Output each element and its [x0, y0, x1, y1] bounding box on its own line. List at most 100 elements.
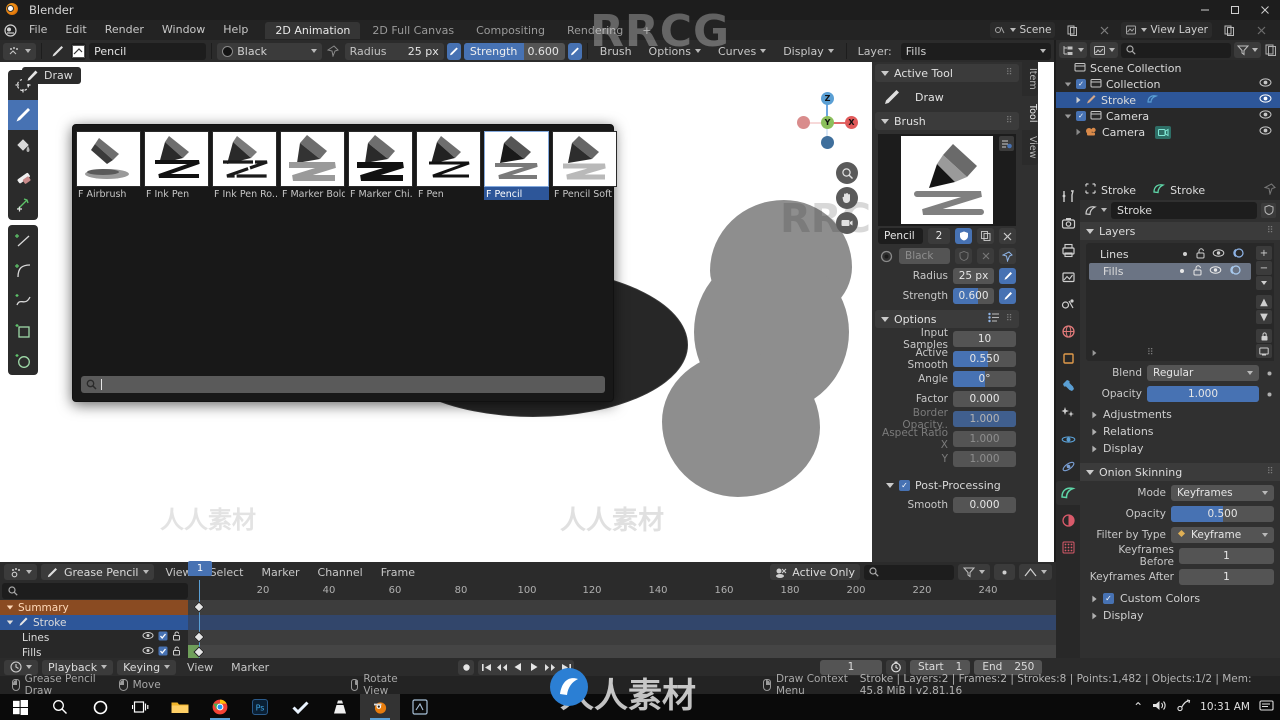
menu-curves[interactable]: Curves [711, 45, 773, 58]
dope-menu-marker[interactable]: Marker [255, 566, 307, 579]
close-button[interactable] [1250, 0, 1280, 20]
layer-specials-menu[interactable] [1256, 276, 1272, 290]
record-button[interactable] [458, 660, 474, 675]
channel-unlock-icon[interactable] [172, 631, 182, 644]
layer-mask-dot-icon[interactable] [1178, 265, 1186, 278]
render-tab[interactable] [1056, 211, 1080, 235]
dope-sheet-mode-selector[interactable]: Grease Pencil [41, 564, 155, 580]
n-tab-item[interactable]: Item [1022, 62, 1038, 96]
grease-pencil-data-selector[interactable] [1084, 204, 1107, 217]
menu-window[interactable]: Window [153, 20, 214, 40]
n-tab-view[interactable]: View [1022, 130, 1038, 165]
volume-icon[interactable] [1152, 699, 1167, 715]
radius-pressure-toggle[interactable] [999, 268, 1016, 284]
chevron-right-icon[interactable] [1076, 128, 1081, 136]
chevron-down-icon[interactable] [1064, 114, 1072, 118]
fill-tool[interactable] [8, 130, 38, 160]
brush-radius-field[interactable]: 25 px [953, 268, 994, 284]
menu-options[interactable]: Options [642, 45, 708, 58]
brush-presets-button[interactable] [999, 136, 1014, 151]
outliner-filter-button[interactable] [1234, 42, 1261, 58]
subpanel-display[interactable]: Display [1080, 440, 1280, 457]
layer-onion-skin-icon[interactable] [1231, 247, 1244, 262]
menu-brush[interactable]: Brush [593, 45, 639, 58]
network-icon[interactable] [1176, 699, 1191, 715]
notes-icon[interactable] [400, 694, 440, 720]
layers-grip-icon[interactable]: ⠿ [1147, 348, 1154, 358]
box-tool[interactable] [8, 315, 38, 345]
brush-unlink-button[interactable] [999, 228, 1016, 244]
isolate-layer-button[interactable] [1256, 344, 1272, 358]
strength-slider[interactable]: Strength 0.600 [463, 42, 565, 60]
chevron-down-icon[interactable] [6, 620, 14, 625]
onion-skinning-panel-header[interactable]: Onion Skinning ⠿ [1080, 463, 1280, 481]
channel-search-input[interactable] [2, 583, 188, 599]
workspace-tab-compositing[interactable]: Compositing [466, 22, 555, 39]
brush-item-f-marker-bold[interactable]: F Marker Bold [280, 131, 345, 200]
play-reverse-button[interactable] [510, 660, 526, 675]
notification-icon[interactable] [1259, 699, 1274, 715]
cutter-tool[interactable] [8, 190, 38, 220]
timeline-menu-view[interactable]: View [180, 661, 220, 674]
arc-tool[interactable] [8, 255, 38, 285]
curve-tool[interactable] [8, 285, 38, 315]
outliner-search-input[interactable] [1121, 42, 1231, 58]
gizmo-axis-z-neg[interactable] [821, 136, 834, 149]
pin-icon[interactable] [1263, 182, 1276, 198]
visibility-eye-icon[interactable] [1259, 125, 1272, 139]
radius-pressure-toggle[interactable] [446, 42, 461, 60]
dope-filter-button[interactable] [958, 564, 990, 580]
erase-tool[interactable] [8, 160, 38, 190]
brush-item-f-pencil-soft[interactable]: F Pencil Soft [552, 131, 617, 200]
photoshop-icon[interactable]: Ps [240, 694, 280, 720]
collection-checkbox[interactable]: ✓ [1076, 79, 1086, 89]
subpanel-adjustments[interactable]: Adjustments [1080, 406, 1280, 423]
brush-datablock-name[interactable]: Pencil [878, 228, 923, 244]
jump-to-end-button[interactable] [558, 660, 574, 675]
object-data-tab[interactable] [1056, 481, 1080, 505]
menu-file[interactable]: File [20, 20, 56, 40]
draw-tool[interactable] [8, 100, 38, 130]
onion-opacity-slider[interactable]: 0.500 [1171, 506, 1274, 522]
workspace-tab-2d-full-canvas[interactable]: 2D Full Canvas [362, 22, 464, 39]
delete-scene-button[interactable] [1089, 20, 1119, 40]
proportional-edit-toggle[interactable] [994, 564, 1015, 580]
brush-name-field[interactable]: Pencil [89, 42, 207, 60]
gizmo-axis-y[interactable]: Y [821, 116, 834, 129]
chrome-icon[interactable] [200, 694, 240, 720]
add-workspace-button[interactable]: + [635, 24, 658, 37]
lock-layer-button[interactable] [1256, 329, 1272, 343]
pan-view-icon[interactable] [836, 187, 858, 209]
layer-mask-dot-icon[interactable] [1181, 248, 1189, 261]
layer-row-fills[interactable]: Fills [1089, 263, 1251, 280]
layer-opacity-slider[interactable]: 1.000 [1147, 386, 1259, 402]
custom-colors-checkbox[interactable]: ✓ [1103, 593, 1114, 604]
brush-item-f-ink-pen[interactable]: F Ink Pen [144, 131, 209, 200]
camera-data-icon[interactable] [1155, 125, 1172, 139]
gizmo-axis-z[interactable]: Z [821, 92, 834, 105]
chevron-right-icon[interactable] [1076, 96, 1081, 104]
previous-keyframe-button[interactable] [494, 660, 510, 675]
smooth-field[interactable]: 0.000 [953, 497, 1016, 513]
fake-user-button[interactable] [1261, 202, 1276, 218]
layer-unlock-icon[interactable] [1192, 264, 1203, 279]
onion-display-row[interactable]: Display [1080, 607, 1280, 624]
physics-tab[interactable] [1056, 427, 1080, 451]
outliner-display-mode[interactable] [1059, 42, 1087, 58]
blend-animate-dot[interactable] [1264, 370, 1274, 377]
delete-view-layer-button[interactable] [1246, 20, 1276, 40]
new-view-layer-button[interactable] [1214, 20, 1244, 40]
layers-panel-header[interactable]: Layers ⠿ [1080, 222, 1280, 240]
object-tab[interactable] [1056, 346, 1080, 370]
modifier-tab[interactable] [1056, 373, 1080, 397]
aspect-ratio-x-field[interactable]: 1.000 [953, 431, 1016, 447]
menu-edit[interactable]: Edit [56, 20, 95, 40]
brush-duplicate-button[interactable] [977, 228, 994, 244]
blend-dropdown[interactable]: Regular [1147, 365, 1259, 381]
keying-menu[interactable]: Keying [117, 659, 177, 675]
strength-pressure-toggle[interactable] [999, 288, 1016, 304]
gizmo-axis-x-neg[interactable] [797, 116, 810, 129]
next-keyframe-button[interactable] [542, 660, 558, 675]
visibility-eye-icon[interactable] [1259, 93, 1272, 107]
factor-field[interactable]: 0.000 [953, 391, 1016, 407]
